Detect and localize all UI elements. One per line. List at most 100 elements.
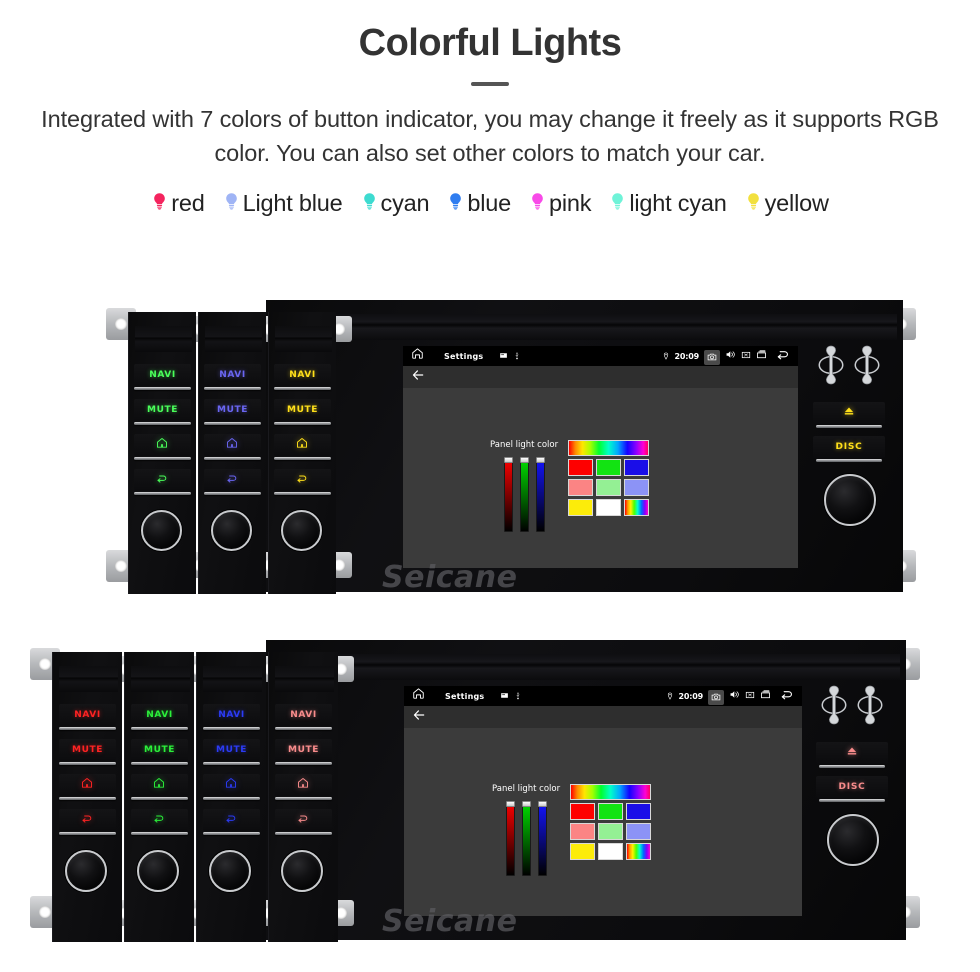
mute-button[interactable]: MUTE <box>274 399 331 421</box>
back-button[interactable] <box>130 809 189 831</box>
volume-knob[interactable] <box>65 850 107 892</box>
eject-button[interactable] <box>816 742 888 764</box>
blue-slider-thumb[interactable] <box>535 457 545 463</box>
swatch-light-blue[interactable] <box>624 479 650 496</box>
vent-dial-right[interactable] <box>853 344 881 386</box>
volume-knob[interactable] <box>141 510 182 551</box>
blue-slider[interactable] <box>537 801 547 876</box>
close-button[interactable] <box>741 347 751 365</box>
swatch-white[interactable] <box>598 843 624 860</box>
swatch-green[interactable] <box>596 459 622 476</box>
mute-button[interactable]: MUTE <box>134 399 191 421</box>
navi-button[interactable]: NAVI <box>202 704 261 726</box>
android-screen[interactable]: Settings 20:09 Panel light color <box>404 686 802 916</box>
home-button[interactable] <box>204 434 261 456</box>
swatch-yellow[interactable] <box>568 499 594 516</box>
home-button[interactable] <box>412 687 425 705</box>
mute-button[interactable]: MUTE <box>274 739 333 761</box>
vent-dial-left[interactable] <box>820 684 848 726</box>
back-button[interactable] <box>780 687 794 706</box>
red-slider-thumb[interactable] <box>505 801 515 807</box>
green-slider-thumb[interactable] <box>519 457 529 463</box>
red-slider[interactable] <box>503 457 513 532</box>
volume-button[interactable] <box>729 687 740 705</box>
mute-button[interactable]: MUTE <box>130 739 189 761</box>
swatch-light-red[interactable] <box>570 823 596 840</box>
volume-knob[interactable] <box>137 850 179 892</box>
nav-back-button[interactable] <box>412 708 426 727</box>
swatch-white[interactable] <box>596 499 622 516</box>
back-button[interactable] <box>274 809 333 831</box>
home-button[interactable] <box>134 434 191 456</box>
home-button-trim <box>274 797 333 800</box>
vent-dial-left[interactable] <box>817 344 845 386</box>
tuning-knob[interactable] <box>824 474 876 526</box>
volume-knob[interactable] <box>211 510 252 551</box>
red-slider[interactable] <box>505 801 515 876</box>
green-slider[interactable] <box>519 457 529 532</box>
mute-button[interactable]: MUTE <box>202 739 261 761</box>
green-slider-thumb[interactable] <box>521 801 531 807</box>
navi-button[interactable]: NAVI <box>58 704 117 726</box>
home-button[interactable] <box>202 774 261 796</box>
back-button[interactable] <box>204 469 261 491</box>
red-slider-thumb[interactable] <box>503 457 513 463</box>
swatch-yellow[interactable] <box>570 843 596 860</box>
android-screen[interactable]: Settings 20:09 Panel light color <box>403 346 798 568</box>
sd-card-icon <box>500 353 508 358</box>
swatch-green[interactable] <box>598 803 624 820</box>
nav-back-button[interactable] <box>411 368 425 387</box>
swatch-rainbow[interactable] <box>624 499 650 516</box>
volume-button[interactable] <box>725 347 736 365</box>
home-button[interactable] <box>274 774 333 796</box>
back-button-trim <box>134 492 191 495</box>
rainbow-gradient-bar[interactable] <box>570 784 652 800</box>
blue-slider-thumb[interactable] <box>537 801 547 807</box>
swatch-light-green[interactable] <box>596 479 622 496</box>
swatch-rainbow[interactable] <box>626 843 652 860</box>
swatch-light-green[interactable] <box>598 823 624 840</box>
vent-dial-right[interactable] <box>856 684 884 726</box>
eject-button[interactable] <box>813 402 885 424</box>
home-button[interactable] <box>130 774 189 796</box>
swatch-blue[interactable] <box>624 459 650 476</box>
back-button[interactable] <box>776 347 790 366</box>
back-button-trim <box>202 832 261 835</box>
mute-button[interactable]: MUTE <box>58 739 117 761</box>
back-button[interactable] <box>274 469 331 491</box>
home-button[interactable] <box>58 774 117 796</box>
navi-button[interactable]: NAVI <box>204 364 261 386</box>
home-button[interactable] <box>411 347 424 365</box>
navi-button[interactable]: NAVI <box>134 364 191 386</box>
navi-button[interactable]: NAVI <box>274 364 331 386</box>
navi-button[interactable]: NAVI <box>130 704 189 726</box>
swatch-light-red[interactable] <box>568 479 594 496</box>
mute-button[interactable]: MUTE <box>204 399 261 421</box>
home-button[interactable] <box>274 434 331 456</box>
disc-button[interactable]: DISC <box>816 776 888 798</box>
camera-button[interactable] <box>708 690 724 705</box>
camera-button[interactable] <box>704 350 720 365</box>
navi-button[interactable]: NAVI <box>274 704 333 726</box>
back-button[interactable] <box>202 809 261 831</box>
status-bar-left: Settings <box>411 347 521 365</box>
volume-knob[interactable] <box>209 850 251 892</box>
green-slider[interactable] <box>521 801 531 876</box>
blue-slider[interactable] <box>535 457 545 532</box>
volume-knob[interactable] <box>281 510 322 551</box>
back-button[interactable] <box>58 809 117 831</box>
recents-button[interactable] <box>756 347 767 365</box>
recents-button[interactable] <box>760 687 771 705</box>
swatch-red[interactable] <box>570 803 596 820</box>
swatch-light-blue[interactable] <box>626 823 652 840</box>
rainbow-gradient-bar[interactable] <box>568 440 650 456</box>
tuning-knob[interactable] <box>827 814 879 866</box>
volume-knob[interactable] <box>281 850 323 892</box>
swatch-blue[interactable] <box>626 803 652 820</box>
back-button[interactable] <box>134 469 191 491</box>
disc-button[interactable]: DISC <box>813 436 885 458</box>
back-arrow-icon <box>298 475 307 483</box>
close-button[interactable] <box>745 687 755 705</box>
swatch-red[interactable] <box>568 459 594 476</box>
rgb-sliders <box>505 801 547 876</box>
